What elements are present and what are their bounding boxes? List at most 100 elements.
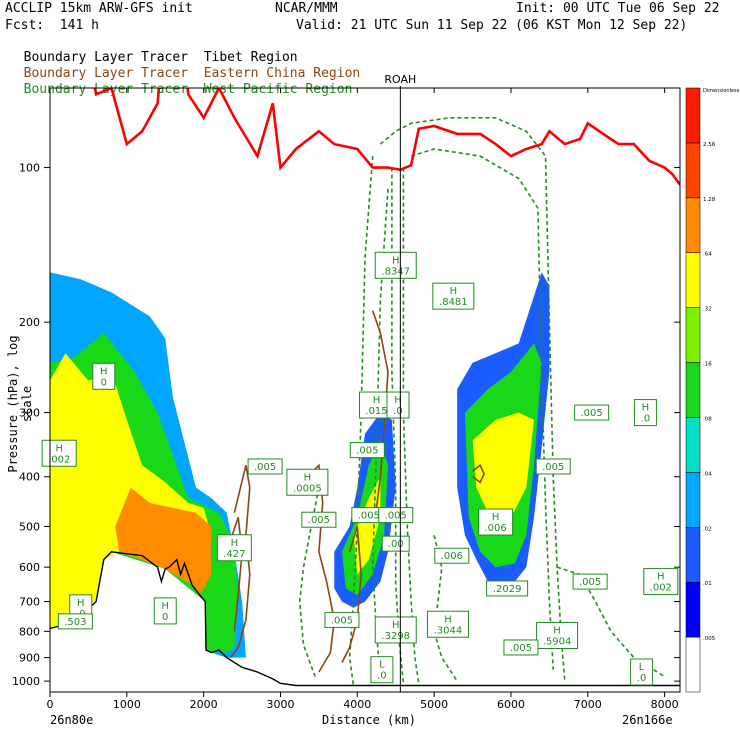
contour-box-value: .005 [356,446,378,457]
contour-box-26: H.3044 [426,610,469,638]
y-tick-label: 800 [19,625,40,638]
x-tick-label: 3000 [266,698,294,711]
contour-box-value: .005 [581,408,603,419]
contour-box-29: .005 [503,639,539,656]
colorbar-swatch-6 [685,307,701,363]
contour-box-6: H.0 [633,399,657,427]
contour-box-letter: H [642,403,650,414]
y-axis-label: Pressure (hPa), log scale [6,335,34,473]
x-tick-label: 7000 [574,698,602,711]
x-tick-label: 8000 [651,698,679,711]
contour-box-value: 0 [101,377,107,388]
contour-box-20: H.002 [643,568,679,596]
contour-box-value: .3298 [381,631,410,642]
contour-box-letter: H [304,472,312,483]
contour-box-5: .005 [574,404,610,421]
contour-box-value: .5904 [543,636,572,647]
contour-box-value: .0005 [293,483,322,494]
contour-box-letter: H [373,395,381,406]
contour-box-letter: H [450,286,458,297]
contour-box-16: H.427 [216,534,252,562]
contour-box-value: .006 [484,523,506,534]
contour-box-0: H.8347 [374,251,417,279]
contour-box-value: .3044 [434,625,463,636]
colorbar: .005 .01 .02 .04 .08 .16 .32 .64 1.28 2.56 Dimensi… [685,87,740,693]
contour-box-value: .503 [64,617,86,628]
contour-box-18: .006 [434,547,470,564]
contour-box-letter: H [392,620,400,631]
x-tick-label: 2000 [190,698,218,711]
contour-box-value: .005 [579,577,601,588]
colorbar-swatch-0 [685,636,701,693]
contour-box-28: H.5904 [536,621,579,649]
contour-box-letter: H [161,601,169,612]
contour-box-value: .2029 [493,584,522,595]
colorbar-level-label: .16 [703,362,712,368]
contour-box-value: .0 [377,671,387,682]
contour-box-letter: L [379,660,385,671]
contour-box-4: H.0 [386,391,410,419]
x-tick-label: 4000 [343,698,371,711]
colorbar-level-label: .64 [703,252,712,258]
contour-box-value: .006 [441,551,463,562]
contour-box-value: .0 [393,406,403,417]
contour-box-value: .0 [641,414,651,425]
colorbar-swatch-5 [685,362,701,418]
colorbar-swatch-7 [685,252,701,308]
colorbar-swatch-8 [685,197,701,253]
colorbar-swatch-4 [685,417,701,473]
contour-box-value: .005 [308,515,330,526]
colorbar-swatch-3 [685,472,701,528]
x-end-label: 26n166e [622,713,673,727]
contour-box-value: .427 [223,549,245,560]
contour-box-letter: H [553,625,561,636]
x-tick-label: 1000 [113,698,141,711]
eastern-china-contour-2 [306,463,336,673]
colorbar-level-label: 1.28 [703,197,716,203]
colorbar-level-label: .04 [703,471,712,477]
contour-box-30: L.0 [370,656,394,684]
contour-box-27: H.3298 [374,616,417,644]
y-tick-label: 100 [19,162,40,175]
contour-box-10: .005 [535,458,571,475]
contour-box-letter: H [392,255,400,266]
colorbar-title: Dimensionless [703,88,740,94]
roah-marker-label: ROAH [384,73,416,86]
contour-box-value: .005 [385,511,407,522]
contour-box-15: .005 [378,507,414,524]
contour-box-letter: H [77,598,85,609]
y-tick-label: 700 [19,596,40,609]
contour-box-19: .005 [572,573,608,590]
x-axis-label: Distance (km) [322,713,416,727]
y-tick-label: 900 [19,652,40,665]
contour-box-value: .8347 [381,266,410,277]
contour-box-17: .00 [381,535,410,552]
contour-box-7: H.002 [41,439,77,467]
contour-box-1: H.8481 [432,282,475,310]
y-tick-label: 1000 [12,675,40,688]
contour-box-value: .005 [510,643,532,654]
x-tick-label: 5000 [420,698,448,711]
contour-box-25: .005 [324,611,360,628]
colorbar-swatch-2 [685,527,701,583]
pacific-contour-5 [391,167,405,684]
contour-box-value: .005 [254,462,276,473]
colorbar-level-label: .02 [703,526,712,532]
colorbar-level-label: .32 [703,307,712,313]
contour-box-8: .005 [349,442,385,459]
contour-box-value: .00 [388,539,404,550]
cross-section-chart: H.8347H.8481H0H.015H.0.005 H.0H.002.005.0… [12,73,740,711]
contour-box-letter: L [639,662,645,673]
y-tick-label: 600 [19,561,40,574]
contour-box-22: H0 [153,597,177,625]
contour-box-9: .005 [247,458,283,475]
contour-box-value: .005 [358,511,380,522]
x-tick-label: 0 [47,698,54,711]
contour-box-24: .503 [57,613,93,630]
contour-box-value: .002 [650,583,672,594]
pacific-contour-4 [402,167,420,684]
x-tick-label: 6000 [497,698,525,711]
colorbar-swatch-9 [685,142,701,199]
contour-box-21: .2029 [486,580,529,597]
contour-box-11: H.0005 [286,468,329,496]
